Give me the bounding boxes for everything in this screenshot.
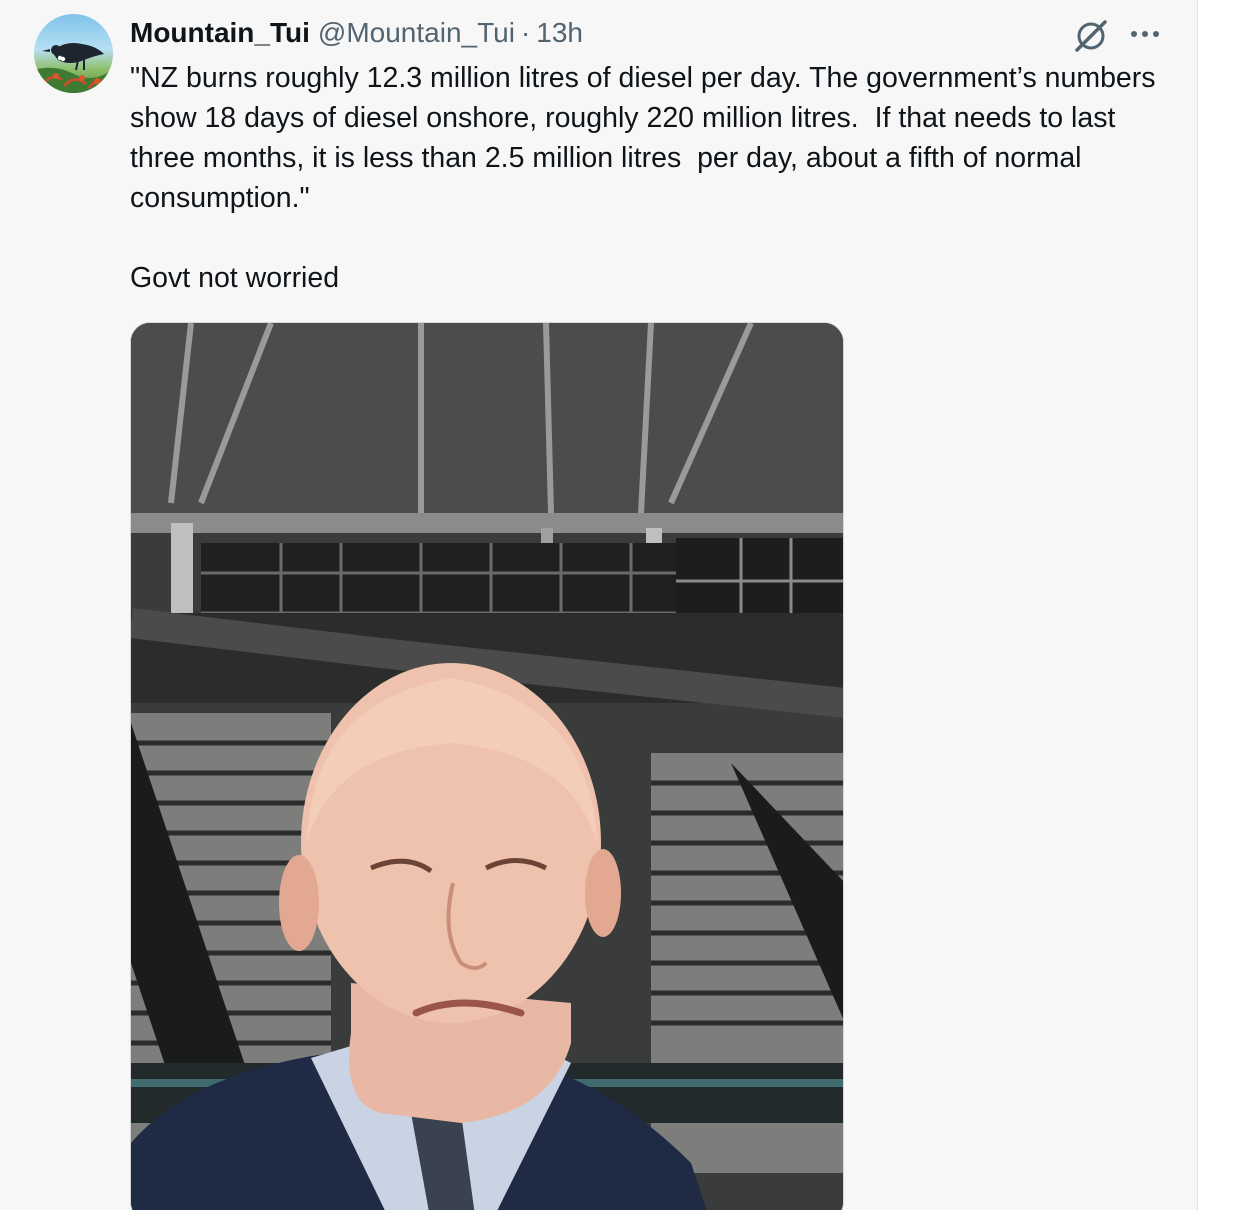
right-gutter [1199,0,1234,1210]
grok-icon[interactable] [1072,17,1110,53]
separator-dot: · [520,17,531,48]
video-frame [131,323,843,1210]
tui-bird-icon [34,43,113,93]
avatar[interactable] [34,14,113,93]
user-handle[interactable]: @Mountain_Tui [318,17,515,49]
timestamp[interactable]: 13h [536,17,583,49]
more-icon[interactable] [1128,22,1164,46]
display-name[interactable]: Mountain_Tui [130,17,310,49]
tweet-card[interactable]: Mountain_Tui @Mountain_Tui · 13h "NZ bur… [0,0,1198,1210]
tweet-video[interactable] [130,322,844,1210]
tweet-header: Mountain_Tui @Mountain_Tui · 13h [130,14,583,52]
tweet-text: "NZ burns roughly 12.3 million litres of… [130,62,1156,294]
